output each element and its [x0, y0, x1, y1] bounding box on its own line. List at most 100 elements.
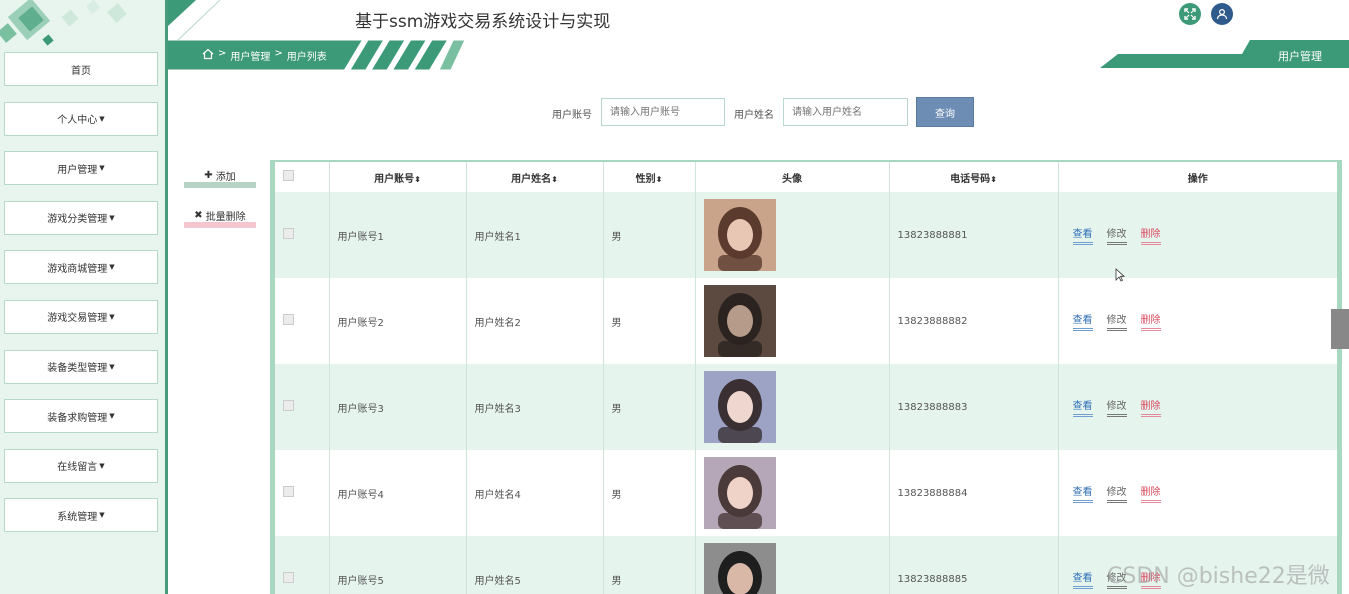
- sidebar-item[interactable]: 用户管理 ▼: [1, 151, 158, 192]
- column-header: 头像: [695, 162, 890, 192]
- site-title: 基于ssm游戏交易系统设计与实现: [355, 12, 611, 32]
- breadcrumb-item[interactable]: 用户管理: [230, 48, 270, 63]
- chevron-down-icon: ▼: [99, 164, 105, 173]
- sidebar-item[interactable]: 装备类型管理 ▼: [1, 349, 158, 390]
- user-profile-icon[interactable]: [1211, 3, 1233, 25]
- table-row: 用户账号3 用户姓名3 男 13823888883 查看 修改 删除: [275, 364, 1337, 450]
- table-header-row: 用户账号⬍ 用户姓名⬍ 性别⬍ 头像 电话号码⬍ 操作: [275, 162, 1337, 192]
- top-bar: 基于ssm游戏交易系统设计与实现: [168, 0, 1349, 40]
- fullscreen-icon[interactable]: [1179, 3, 1201, 25]
- delete-button[interactable]: 删除: [1140, 311, 1161, 331]
- watermark: CSDN @bishe22是微: [1107, 564, 1330, 589]
- gender-cell: 男: [603, 278, 696, 364]
- phone-cell: 13823888882: [889, 278, 1059, 364]
- view-button[interactable]: 查看: [1072, 483, 1093, 503]
- delete-button[interactable]: 删除: [1140, 225, 1161, 245]
- row-checkbox[interactable]: [283, 400, 294, 411]
- table-row: 用户账号1 用户姓名1 男 13823888881 查看 修改 删除: [275, 192, 1337, 278]
- sidebar-item[interactable]: 游戏交易管理 ▼: [1, 299, 158, 340]
- name-cell: 用户姓名5: [466, 536, 604, 594]
- name-cell: 用户姓名1: [466, 192, 604, 278]
- edit-button[interactable]: 修改: [1106, 483, 1127, 503]
- view-button[interactable]: 查看: [1072, 225, 1093, 245]
- avatar[interactable]: [703, 285, 776, 357]
- avatar[interactable]: [703, 371, 776, 443]
- delete-button[interactable]: 删除: [1140, 483, 1161, 503]
- phone-cell: 13823888881: [889, 192, 1059, 278]
- batch-delete-button[interactable]: ✖ 批量删除: [184, 208, 256, 228]
- view-button[interactable]: 查看: [1072, 311, 1093, 331]
- account-cell: 用户账号2: [329, 278, 467, 364]
- search-bar: 用户账号 用户姓名 查询: [0, 97, 1349, 127]
- search-button[interactable]: 查询: [916, 97, 974, 127]
- edit-button[interactable]: 修改: [1106, 311, 1127, 331]
- mouse-cursor-icon: [1115, 268, 1125, 282]
- chevron-down-icon: ▼: [109, 312, 115, 321]
- name-label: 用户姓名: [734, 110, 774, 121]
- sort-icon[interactable]: ⬍: [990, 175, 997, 184]
- account-cell: 用户账号5: [329, 536, 467, 594]
- column-header: 操作: [1058, 162, 1337, 192]
- sidebar-item[interactable]: 游戏商城管理 ▼: [1, 250, 158, 291]
- column-header[interactable]: 用户账号⬍: [329, 162, 467, 192]
- row-checkbox[interactable]: [283, 572, 294, 583]
- close-icon: ✖: [194, 209, 203, 221]
- account-cell: 用户账号1: [329, 192, 467, 278]
- breadcrumb: > 用户管理 > 用户列表: [202, 48, 327, 63]
- add-button[interactable]: ✚ 添加: [184, 168, 256, 188]
- gender-cell: 男: [603, 536, 696, 594]
- column-header[interactable]: 用户姓名⬍: [466, 162, 604, 192]
- side-panel-handle[interactable]: [1331, 309, 1349, 349]
- chevron-down-icon: ▼: [99, 461, 105, 470]
- sidebar-item[interactable]: 首页: [1, 52, 158, 92]
- breadcrumb-item: 用户列表: [286, 52, 327, 63]
- table-row: 用户账号2 用户姓名2 男 13823888882 查看 修改 删除: [275, 278, 1337, 364]
- view-button[interactable]: 查看: [1072, 569, 1093, 589]
- sort-icon[interactable]: ⬍: [414, 175, 421, 184]
- avatar[interactable]: [703, 543, 776, 594]
- view-button[interactable]: 查看: [1072, 397, 1093, 417]
- account-search-input[interactable]: [601, 98, 725, 126]
- chevron-down-icon: ▼: [109, 362, 115, 371]
- name-search-input[interactable]: [783, 98, 908, 126]
- gender-cell: 男: [603, 192, 696, 278]
- row-checkbox[interactable]: [283, 314, 294, 325]
- name-cell: 用户姓名3: [466, 364, 604, 450]
- name-cell: 用户姓名4: [466, 450, 604, 536]
- column-header[interactable]: 电话号码⬍: [889, 162, 1059, 192]
- phone-cell: 13823888884: [889, 450, 1059, 536]
- chevron-down-icon: ▼: [99, 511, 105, 520]
- sidebar-item[interactable]: 装备求购管理 ▼: [1, 399, 158, 440]
- gender-cell: 男: [603, 364, 696, 450]
- sidebar-item[interactable]: 游戏分类管理 ▼: [1, 200, 158, 241]
- chevron-down-icon: ▼: [109, 263, 115, 272]
- chevron-down-icon: ▼: [109, 213, 115, 222]
- phone-cell: 13823888885: [889, 536, 1059, 594]
- column-header[interactable]: 性别⬍: [603, 162, 696, 192]
- row-checkbox[interactable]: [283, 486, 294, 497]
- account-label: 用户账号: [552, 110, 592, 121]
- select-all-checkbox-cell: [275, 162, 330, 192]
- plus-icon: ✚: [204, 169, 213, 181]
- name-cell: 用户姓名2: [466, 278, 604, 364]
- delete-button[interactable]: 删除: [1140, 397, 1161, 417]
- edit-button[interactable]: 修改: [1106, 397, 1127, 417]
- edit-button[interactable]: 修改: [1106, 225, 1127, 245]
- corner-decoration: [168, 0, 221, 40]
- avatar[interactable]: [703, 199, 776, 271]
- sort-icon[interactable]: ⬍: [656, 175, 663, 184]
- account-cell: 用户账号3: [329, 364, 467, 450]
- sort-icon[interactable]: ⬍: [551, 175, 558, 184]
- home-icon[interactable]: [202, 48, 214, 63]
- row-checkbox[interactable]: [283, 228, 294, 239]
- select-all-checkbox[interactable]: [283, 170, 294, 181]
- page-tab-label: 用户管理: [1278, 50, 1322, 63]
- account-cell: 用户账号4: [329, 450, 467, 536]
- gender-cell: 男: [603, 450, 696, 536]
- sidebar-item[interactable]: 在线留言 ▼: [1, 448, 158, 489]
- phone-cell: 13823888883: [889, 364, 1059, 450]
- sidebar-item[interactable]: 系统管理 ▼: [1, 498, 158, 539]
- table-row: 用户账号4 用户姓名4 男 13823888884 查看 修改 删除: [275, 450, 1337, 536]
- avatar[interactable]: [703, 457, 776, 529]
- user-table: 用户账号⬍ 用户姓名⬍ 性别⬍ 头像 电话号码⬍ 操作 用户账号1 用户姓名1 男 138238…: [270, 160, 1342, 594]
